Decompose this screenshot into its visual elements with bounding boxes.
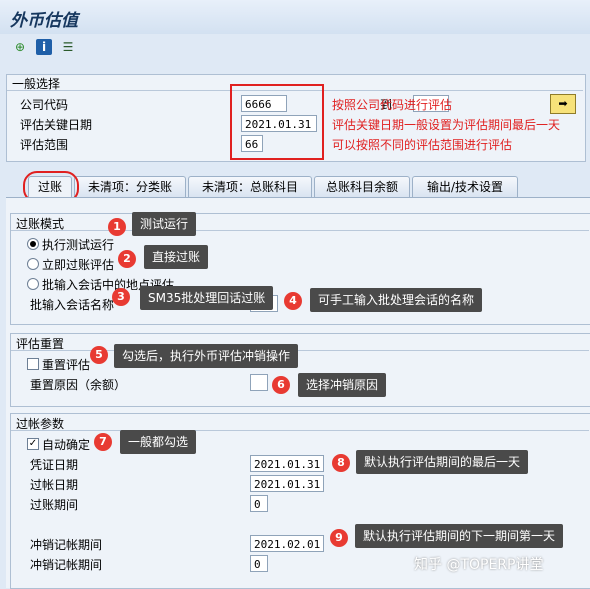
key-date-label: 评估关键日期 <box>20 118 93 132</box>
annotation-tip: 选择冲销原因 <box>298 373 387 397</box>
reset-label: 重置评估 <box>42 358 91 372</box>
rev-period-input[interactable]: 2021.02.01 <box>250 535 324 552</box>
annotation-badge: 7 <box>94 433 112 451</box>
radio-batch-input[interactable] <box>27 278 39 290</box>
window-title: 外币估值 <box>10 11 78 31</box>
rev-period-label: 冲销记帐期间 <box>30 538 103 552</box>
annotation-tip: 一般都勾选 <box>120 430 197 454</box>
doc-date-label: 凭证日期 <box>30 458 79 472</box>
rev-period2-label: 冲销记帐期间 <box>30 558 103 572</box>
execute-icon[interactable]: ⊕ <box>12 39 28 55</box>
annotation-badge: 2 <box>118 250 136 268</box>
tab-open-items-ledger[interactable]: 未清项：分类账 <box>74 176 186 197</box>
doc-date-input[interactable]: 2021.01.31 <box>250 455 324 472</box>
annotation-tip: 可手工输入批处理会话的名称 <box>310 288 483 312</box>
period-input[interactable]: 0 <box>250 495 268 512</box>
annotation-tip: 默认执行评估期间的下一期间第一天 <box>355 524 564 548</box>
post-now-label: 立即过账评估 <box>42 258 115 272</box>
annotation-badge: 4 <box>284 292 302 310</box>
title-bar: 外币估值 <box>0 0 590 35</box>
auto-determine-label: 自动确定 <box>42 438 91 452</box>
reason-label: 重置原因（余额） <box>30 378 127 392</box>
annotation-badge: 3 <box>112 288 130 306</box>
annotation-badge: 5 <box>90 346 108 364</box>
period-label: 过账期间 <box>30 498 79 512</box>
note-key-date: 评估关键日期一般设置为评估期间最后一天 <box>332 118 561 132</box>
annotation-tip: 默认执行评估期间的最后一天 <box>356 450 529 474</box>
params-divider <box>11 430 589 431</box>
company-code-label: 公司代码 <box>20 98 69 112</box>
annotation-badge: 8 <box>332 454 350 472</box>
rev-period2-input[interactable]: 0 <box>250 555 268 572</box>
area-label: 评估范围 <box>20 138 69 152</box>
test-run-label: 执行测试运行 <box>42 238 115 252</box>
annotation-badge: 6 <box>272 376 290 394</box>
tab-open-items-gl[interactable]: 未清项：总账科目 <box>188 176 312 197</box>
tab-output-settings[interactable]: 输出/技术设置 <box>412 176 518 197</box>
note-company-code: 按照公司代码进行评估 <box>332 98 453 112</box>
post-date-input[interactable]: 2021.01.31 <box>250 475 324 492</box>
annotation-tip: 直接过账 <box>144 245 209 269</box>
annotation-tip: 测试运行 <box>132 212 197 236</box>
highlight-box <box>230 84 324 160</box>
reason-input[interactable] <box>250 374 268 391</box>
watermark: 知乎 @TOPERP讲堂 <box>414 557 544 573</box>
multiple-selection-button[interactable]: ➡ <box>550 94 576 114</box>
tab-gl-balances[interactable]: 总账科目余额 <box>314 176 410 197</box>
radio-test-run[interactable] <box>27 238 39 250</box>
annotation-badge: 1 <box>108 218 126 236</box>
annotation-tip: SM35批处理回话过账 <box>140 286 274 310</box>
toolbar: ⊕ i ☰ <box>0 34 590 60</box>
note-area: 可以按照不同的评估范围进行评估 <box>332 138 513 152</box>
variant-icon[interactable]: ☰ <box>60 39 76 55</box>
annotation-tip: 勾选后，执行外币评估冲销操作 <box>114 344 299 368</box>
session-name-label: 批输入会话名称 <box>30 298 115 312</box>
posting-mode-divider <box>11 230 589 231</box>
post-date-label: 过帐日期 <box>30 478 79 492</box>
auto-determine-checkbox[interactable]: ✓ <box>27 438 39 450</box>
reset-checkbox[interactable] <box>27 358 39 370</box>
arrow-right-icon: ➡ <box>558 97 568 110</box>
annotation-badge: 9 <box>330 529 348 547</box>
info-icon[interactable]: i <box>36 39 52 55</box>
radio-post-now[interactable] <box>27 258 39 270</box>
